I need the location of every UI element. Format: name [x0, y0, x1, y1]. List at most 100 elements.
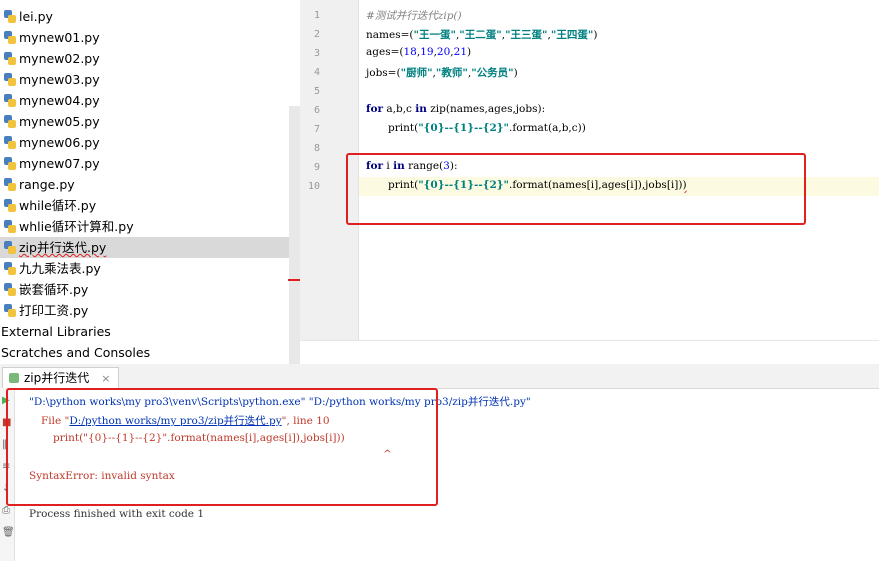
tree-file-item[interactable]: whlie循环计算和.py	[0, 216, 293, 237]
tree-file-item[interactable]: mynew06.py	[0, 132, 293, 153]
tree-file-label: mynew06.py	[19, 135, 100, 150]
code-string: "教师"	[435, 67, 468, 79]
python-file-icon	[4, 157, 16, 170]
editor-bottom-strip	[300, 340, 879, 365]
line-number: 2	[313, 29, 320, 40]
tree-file-label: mynew03.py	[19, 72, 100, 87]
tree-file-label: while循环.py	[19, 198, 97, 213]
tree-file-label: range.py	[19, 177, 75, 192]
code-text: zip(names,ages,jobs):	[426, 103, 546, 115]
tree-scratches-and-consoles[interactable]: Scratches and Consoles	[0, 342, 290, 363]
tree-file-item[interactable]: 九九乘法表.py	[0, 258, 293, 279]
python-file-icon	[4, 73, 16, 86]
code-text: )	[593, 29, 598, 41]
tree-file-item[interactable]: mynew05.py	[0, 111, 293, 132]
code-line-2: names=("王一蛋","王二蛋","王三蛋","王四蛋")	[366, 29, 598, 41]
code-number: 19	[420, 46, 434, 58]
code-line-1: #测试并行迭代zip()	[366, 8, 462, 23]
run-config-icon	[9, 373, 19, 383]
tree-file-label: zip并行迭代.py	[19, 240, 107, 255]
code-keyword: for	[366, 103, 384, 115]
tree-file-item[interactable]: 嵌套循环.py	[0, 279, 293, 300]
code-text: ages=(	[366, 46, 404, 58]
tree-file-label: lei.py	[19, 9, 53, 24]
code-string: "{0}--{1}--{2}"	[418, 122, 509, 134]
python-file-icon	[4, 220, 16, 233]
code-number: 20	[436, 46, 451, 58]
line-number: 1	[313, 10, 320, 21]
line-number: 4	[313, 67, 320, 78]
python-file-icon	[4, 304, 16, 317]
code-line-4: jobs=("厨师","教师","公务员")	[366, 67, 518, 79]
tree-file-item[interactable]: mynew01.py	[0, 27, 293, 48]
run-tab-label: zip并行迭代	[24, 371, 90, 385]
code-string: "王二蛋"	[459, 29, 502, 41]
tree-file-item[interactable]: mynew07.py	[0, 153, 293, 174]
code-text: )	[513, 67, 518, 79]
run-tab-bar: zip并行迭代 ×	[0, 364, 879, 389]
tree-file-item[interactable]: mynew02.py	[0, 48, 293, 69]
project-scrollbar[interactable]	[289, 106, 300, 364]
code-text: print(	[388, 122, 419, 134]
tree-file-item[interactable]: mynew03.py	[0, 69, 293, 90]
line-number: 9	[313, 162, 320, 173]
tree-file-item[interactable]: mynew04.py	[0, 90, 293, 111]
code-string: "公务员"	[471, 67, 514, 79]
python-file-icon	[4, 52, 16, 65]
code-number: 21	[453, 46, 468, 58]
tree-external-libraries[interactable]: External Libraries	[0, 321, 290, 342]
python-file-icon	[4, 115, 16, 128]
code-string: "王三蛋"	[505, 29, 548, 41]
tree-file-label: 九九乘法表.py	[19, 261, 101, 276]
print-icon[interactable]: ⎙	[2, 506, 12, 516]
code-keyword: in	[415, 103, 427, 115]
tree-file-item[interactable]: lei.py	[0, 6, 293, 27]
line-number: 3	[313, 48, 320, 59]
tree-file-item[interactable]: 打印工资.py	[0, 300, 293, 321]
splitter-marker	[288, 279, 300, 281]
code-number: 18	[403, 46, 417, 58]
tree-file-label: 嵌套循环.py	[19, 282, 89, 297]
annotation-box-output	[6, 388, 438, 506]
python-file-icon	[4, 283, 16, 296]
code-string: "厨师"	[400, 67, 433, 79]
tree-file-item[interactable]: zip并行迭代.py	[0, 237, 293, 258]
run-tab[interactable]: zip并行迭代 ×	[2, 367, 120, 388]
tree-file-item[interactable]: while循环.py	[0, 195, 293, 216]
python-file-icon	[4, 262, 16, 275]
code-line-3: ages=(18,19,20,21)	[366, 46, 472, 58]
project-tree-panel: lei.py mynew01.py mynew02.py mynew03.py myne…	[0, 0, 300, 364]
close-icon[interactable]: ×	[101, 372, 110, 385]
tree-file-label: mynew02.py	[19, 51, 100, 66]
line-number: 5	[313, 86, 320, 97]
tree-file-label: whlie循环计算和.py	[19, 219, 134, 234]
code-text: )	[467, 46, 472, 58]
python-file-icon	[4, 178, 16, 191]
output-exit-message: Process finished with exit code 1	[29, 508, 205, 520]
python-file-icon	[4, 241, 16, 254]
line-number: 6	[313, 105, 320, 116]
python-file-icon	[4, 10, 16, 23]
code-text: a,b,c	[383, 103, 416, 115]
python-file-icon	[4, 94, 16, 107]
tree-file-label: 打印工资.py	[19, 303, 89, 318]
annotation-box-code	[346, 153, 806, 225]
code-text: .format(a,b,c))	[509, 122, 586, 134]
run-panel: zip并行迭代 × ▶ ■ ‖ ≡ ⇣ ⎙ 🗑 "D:\python works\…	[0, 364, 879, 561]
line-number: 7	[313, 124, 320, 135]
tree-file-label: mynew05.py	[19, 114, 100, 129]
tree-file-item[interactable]: range.py	[0, 174, 293, 195]
tree-file-label: mynew04.py	[19, 93, 100, 108]
code-text: names=(	[366, 29, 414, 41]
code-string: "王一蛋"	[413, 29, 456, 41]
code-line-7: print("{0}--{1}--{2}".format(a,b,c))	[388, 122, 586, 134]
code-string: "王四蛋"	[550, 29, 594, 41]
python-file-icon	[4, 31, 16, 44]
python-file-icon	[4, 136, 16, 149]
code-line-6: for a,b,c in zip(names,ages,jobs):	[366, 103, 545, 115]
tree-file-label: mynew01.py	[19, 30, 100, 45]
trash-icon[interactable]: 🗑	[2, 528, 15, 538]
line-number: 10	[307, 181, 320, 192]
line-number: 8	[313, 143, 320, 154]
tree-file-label: mynew07.py	[19, 156, 100, 171]
